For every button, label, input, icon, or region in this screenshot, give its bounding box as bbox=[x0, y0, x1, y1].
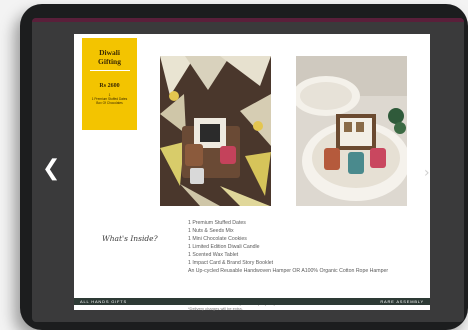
list-item: 1 Mini Chocolate Cookies bbox=[188, 236, 247, 242]
gift-title-line2: Gifting bbox=[98, 57, 121, 66]
gift-title-divider bbox=[89, 70, 130, 71]
gift-price: Rs 2600 bbox=[99, 83, 120, 89]
chevron-left-icon[interactable]: ❮ bbox=[42, 158, 60, 180]
slideshow-screen: Diwali Gifting Rs 2600 1 1 Premium Stuff… bbox=[32, 18, 464, 322]
contents-list: 1 Premium Stuffed Dates 1 Nuts & Seeds M… bbox=[188, 219, 424, 275]
list-item: 1 Impact Card & Brand Story Booklet bbox=[188, 260, 274, 266]
top-strip bbox=[32, 18, 464, 22]
list-item: 1 Scented Wax Tablet bbox=[188, 252, 239, 258]
list-item: 1 Premium Stuffed Dates bbox=[188, 220, 246, 226]
hamper-photo-basket-image bbox=[296, 56, 407, 206]
catalog-page: Diwali Gifting Rs 2600 1 1 Premium Stuff… bbox=[74, 34, 430, 311]
hamper-photo-basket bbox=[296, 56, 407, 206]
footnote: *Delivery charges will be extra. bbox=[188, 306, 243, 311]
whats-inside-label: What's Inside? bbox=[102, 234, 158, 243]
hamper-photo-bunting bbox=[160, 56, 271, 206]
list-item: 1 Limited Edition Diwali Candle bbox=[188, 244, 260, 250]
gift-card-label: Diwali Gifting Rs 2600 1 1 Premium Stuff… bbox=[82, 38, 137, 130]
footer-brand-right: RARE ASSEMBLY bbox=[380, 299, 424, 304]
list-item: An Up-cycled Reusable Handwoven Hamper O… bbox=[188, 268, 389, 274]
gift-note: 1 1 Premium Stuffed Dates Box Of Chocola… bbox=[82, 93, 137, 105]
gift-note-line3: Box Of Chocolates bbox=[96, 101, 123, 105]
chevron-right-icon[interactable]: › bbox=[424, 162, 430, 184]
footer-band: ALL HANDS GIFTS RARE ASSEMBLY bbox=[74, 298, 430, 305]
footer-brand-left: ALL HANDS GIFTS bbox=[80, 299, 127, 304]
hamper-photo-bunting-image bbox=[160, 56, 271, 206]
gift-title: Diwali Gifting bbox=[82, 48, 137, 66]
gift-title-line1: Diwali bbox=[99, 48, 120, 57]
list-item: 1 Nuts & Seeds Mix bbox=[188, 228, 234, 234]
